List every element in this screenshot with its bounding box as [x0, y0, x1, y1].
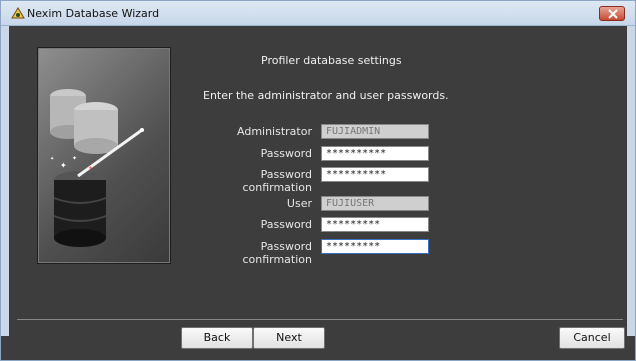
next-button[interactable]: Next — [253, 327, 325, 349]
admin-password-label: Password — [260, 147, 312, 160]
window-title: Nexim Database Wizard — [27, 7, 160, 20]
svg-text:✦: ✦ — [88, 165, 93, 172]
database-wand-illustration: ✦ ✦ ✦ ✦ — [37, 47, 171, 264]
title-bar: Nexim Database Wizard — [1, 1, 635, 26]
admin-password-field[interactable]: ********** — [321, 146, 429, 161]
administrator-name-field: FUJIADMIN — [321, 124, 429, 139]
wizard-window: Nexim Database Wizard ✦ ✦ ✦ ✦ Profiler d… — [0, 0, 636, 361]
user-password-field[interactable]: ********* — [321, 217, 429, 232]
svg-text:✦: ✦ — [72, 155, 77, 162]
left-border — [1, 26, 9, 336]
svg-text:✦: ✦ — [60, 161, 67, 170]
user-label: User — [286, 197, 312, 210]
user-password-confirm-label: Password confirmation — [242, 240, 312, 266]
instructions-text: Enter the administrator and user passwor… — [203, 89, 449, 102]
back-button[interactable]: Back — [181, 327, 253, 349]
administrator-label: Administrator — [237, 125, 312, 138]
wizard-icon — [11, 7, 25, 19]
svg-text:✦: ✦ — [50, 156, 54, 162]
cancel-button[interactable]: Cancel — [559, 327, 625, 349]
user-password-label: Password — [260, 218, 312, 231]
user-name-field: FUJIUSER — [321, 196, 429, 211]
page-heading: Profiler database settings — [261, 54, 402, 67]
user-password-confirm-field[interactable]: ********* — [321, 239, 429, 254]
footer-divider — [17, 319, 623, 320]
right-border — [627, 26, 635, 336]
admin-password-confirm-label: Password confirmation — [242, 168, 312, 194]
close-button[interactable] — [599, 6, 625, 21]
close-icon — [608, 9, 618, 19]
admin-password-confirm-field[interactable]: ********** — [321, 167, 429, 182]
